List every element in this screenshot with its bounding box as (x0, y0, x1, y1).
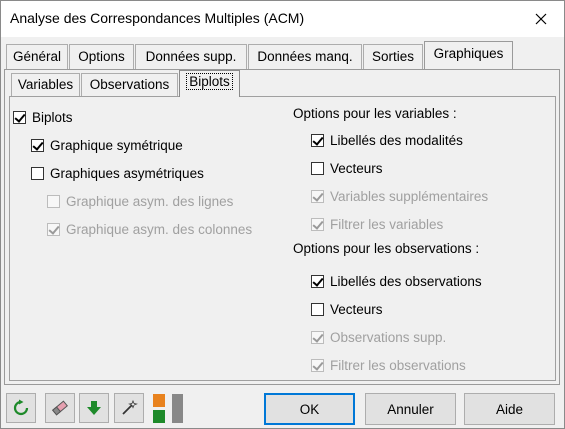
var-filter-label: Filtrer les variables (330, 217, 444, 232)
obs-supp-label: Observations supp. (330, 330, 447, 345)
subtab-biplots[interactable]: Biplots (179, 70, 240, 97)
obs-labels-checkbox-box (311, 275, 324, 288)
title-bar: Analyse des Correspondances Multiples (A… (1, 1, 564, 37)
asym-checkbox-box (31, 167, 44, 180)
obs-labels-checkbox[interactable]: Libellés des observations (311, 274, 482, 289)
tab-donnees-manq[interactable]: Données manq. (248, 44, 362, 69)
asym-cols-checkbox-box (47, 223, 60, 236)
close-button[interactable] (518, 1, 564, 37)
obs-labels-label: Libellés des observations (330, 274, 482, 289)
sym-label: Graphique symétrique (50, 138, 183, 153)
obs-vectors-checkbox[interactable]: Vecteurs (311, 302, 383, 317)
eraser-icon (52, 400, 68, 416)
obs-filter-label: Filtrer les observations (330, 358, 466, 373)
reset-button[interactable] (6, 393, 36, 423)
var-labels-checkbox-box (311, 134, 324, 147)
ok-button[interactable]: OK (264, 393, 355, 425)
tab-options[interactable]: Options (69, 44, 134, 69)
obs-supp-checkbox-box (311, 331, 324, 344)
toggle-panel-icon (153, 394, 183, 423)
asym-rows-checkbox-box (47, 195, 60, 208)
help-button[interactable]: Aide (464, 393, 555, 425)
tab-donnees-supp[interactable]: Données supp. (135, 44, 247, 69)
reset-icon (13, 399, 29, 416)
asym-rows-label: Graphique asym. des lignes (66, 194, 234, 209)
asym-cols-checkbox: Graphique asym. des colonnes (47, 222, 252, 237)
biplots-label: Biplots (32, 110, 73, 125)
subtab-observations[interactable]: Observations (81, 73, 178, 97)
magic-wand-icon (122, 399, 138, 415)
window-title: Analyse des Correspondances Multiples (A… (10, 10, 305, 26)
dialog-window: Analyse des Correspondances Multiples (A… (0, 0, 565, 429)
asym-label: Graphiques asymétriques (50, 166, 204, 181)
cancel-button[interactable]: Annuler (365, 393, 456, 425)
var-supp-label: Variables supplémentaires (330, 189, 489, 204)
biplots-checkbox-box (13, 111, 26, 124)
var-vectors-checkbox[interactable]: Vecteurs (311, 161, 383, 176)
obs-vectors-label: Vecteurs (330, 302, 383, 317)
obs-filter-checkbox-box (311, 359, 324, 372)
close-icon (535, 13, 547, 25)
var-filter-checkbox-box (311, 218, 324, 231)
tab-graphiques[interactable]: Graphiques (424, 41, 513, 69)
sym-checkbox-box (31, 139, 44, 152)
subtab-variables[interactable]: Variables (11, 73, 80, 97)
var-labels-checkbox[interactable]: Libellés des modalités (311, 133, 463, 148)
subtab-biplots-label: Biplots (186, 73, 233, 90)
obs-vectors-checkbox-box (311, 303, 324, 316)
obs-supp-checkbox: Observations supp. (311, 330, 446, 345)
var-supp-checkbox-box (311, 190, 324, 203)
asym-checkbox[interactable]: Graphiques asymétriques (31, 166, 204, 181)
eraser-button[interactable] (45, 393, 75, 423)
sym-checkbox[interactable]: Graphique symétrique (31, 138, 183, 153)
toggle-panel-button[interactable] (151, 393, 185, 424)
var-supp-checkbox: Variables supplémentaires (311, 189, 488, 204)
tab-sorties[interactable]: Sorties (363, 44, 423, 69)
asym-cols-label: Graphique asym. des colonnes (66, 222, 253, 237)
obs-filter-checkbox: Filtrer les observations (311, 358, 466, 373)
biplots-checkbox[interactable]: Biplots (13, 110, 73, 125)
var-vectors-checkbox-box (311, 162, 324, 175)
observations-options-header: Options pour les observations : (293, 241, 480, 256)
download-arrow-icon (87, 401, 101, 415)
var-filter-checkbox: Filtrer les variables (311, 217, 443, 232)
var-vectors-label: Vecteurs (330, 161, 383, 176)
magic-wand-button[interactable] (114, 393, 144, 423)
variables-options-header: Options pour les variables : (293, 106, 457, 121)
var-labels-label: Libellés des modalités (330, 133, 463, 148)
tab-general[interactable]: Général (6, 44, 68, 69)
download-button[interactable] (79, 393, 109, 423)
asym-rows-checkbox: Graphique asym. des lignes (47, 194, 233, 209)
